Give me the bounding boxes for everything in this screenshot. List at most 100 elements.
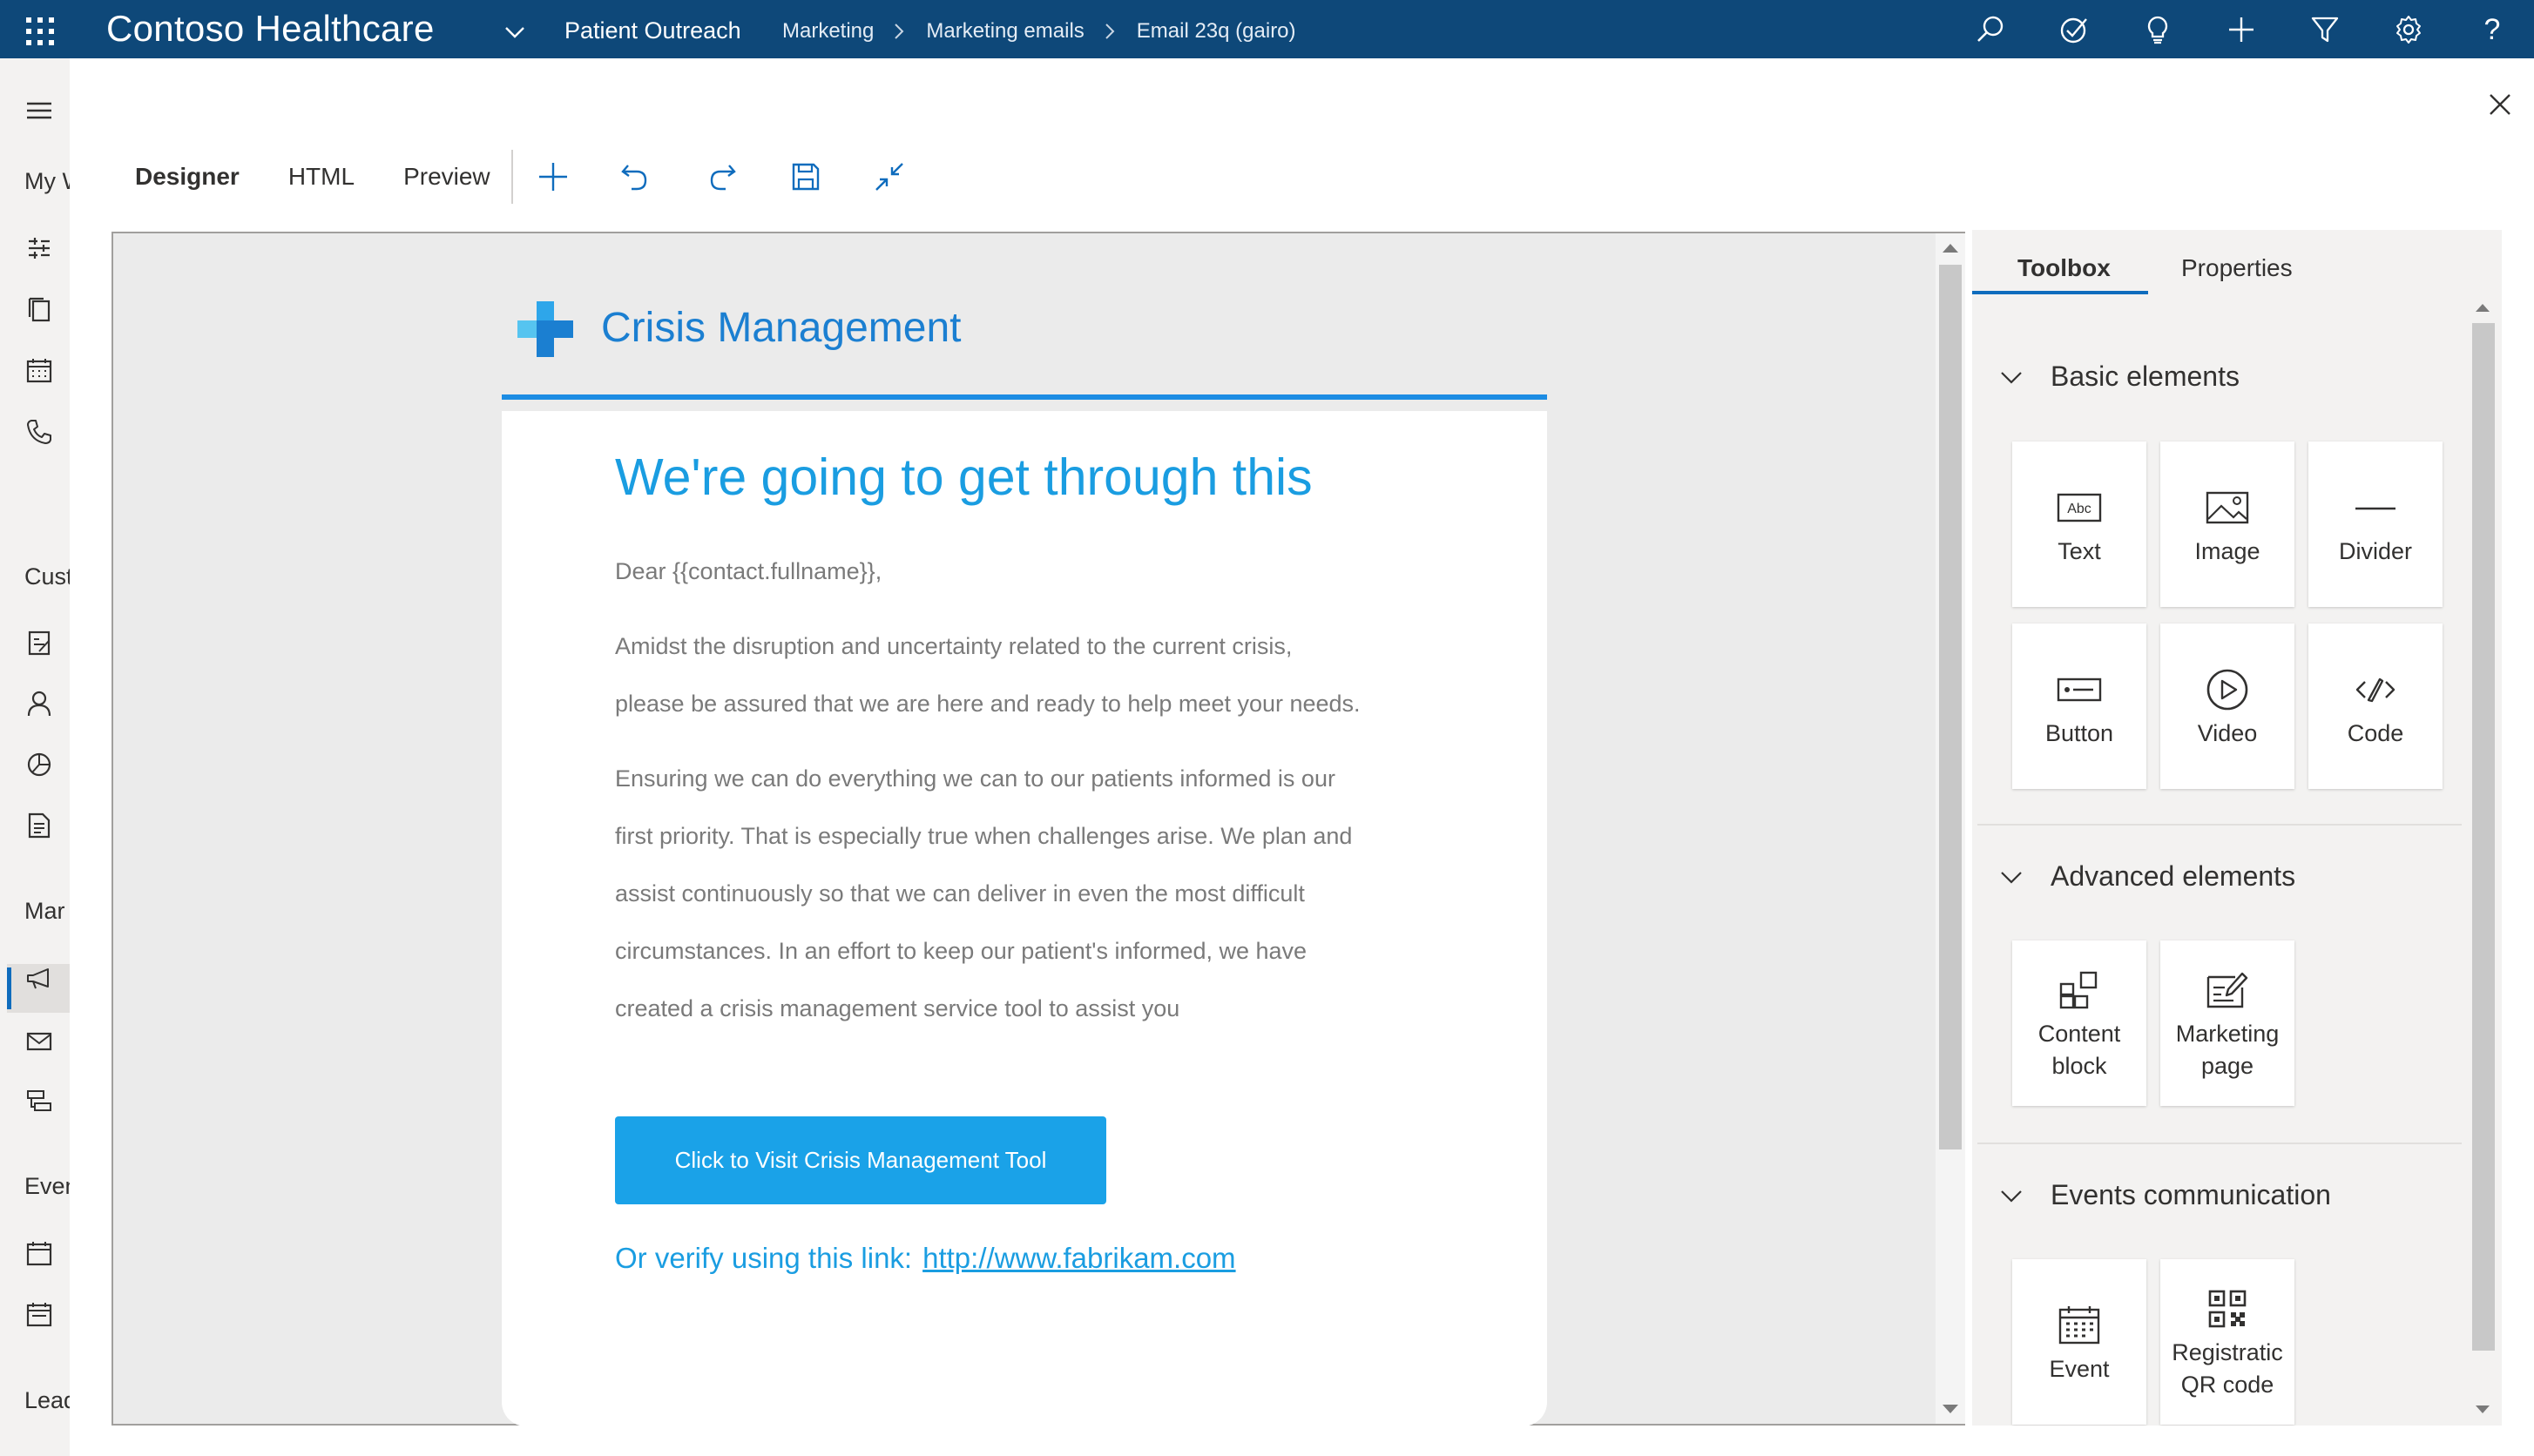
toolbox-tile-content-block[interactable]: Content block bbox=[2012, 940, 2146, 1106]
paragraph-line[interactable]: assist continuously so that we can deliv… bbox=[615, 879, 1305, 908]
verify-text: Or verify using this link: bbox=[615, 1242, 913, 1274]
settings-icon[interactable] bbox=[2367, 10, 2450, 49]
person-icon[interactable] bbox=[21, 685, 57, 722]
lead-icon[interactable] bbox=[21, 1448, 57, 1456]
paragraph-line[interactable]: first priority. That is especially true … bbox=[615, 821, 1352, 851]
nav-heading-marketing: Mar bbox=[24, 898, 65, 924]
calendar-icon[interactable] bbox=[21, 353, 57, 389]
close-icon[interactable] bbox=[2483, 87, 2517, 122]
pages-icon[interactable] bbox=[21, 292, 57, 328]
search-icon[interactable] bbox=[1949, 10, 2032, 49]
scrollbar-thumb[interactable] bbox=[2472, 323, 2495, 1351]
scroll-up-arrow[interactable] bbox=[1943, 244, 1958, 253]
image-icon bbox=[2201, 482, 2254, 534]
redo-icon[interactable] bbox=[702, 157, 742, 197]
chevron-right-icon bbox=[1105, 24, 1115, 39]
segment-icon[interactable] bbox=[21, 746, 57, 783]
canvas-scrollbar[interactable] bbox=[1936, 233, 1965, 1424]
collapse-icon[interactable] bbox=[869, 157, 909, 197]
dashboard-icon[interactable] bbox=[21, 230, 57, 266]
button-icon bbox=[2053, 664, 2105, 716]
paragraph-line[interactable]: Amidst the disruption and uncertainty re… bbox=[615, 631, 1292, 661]
toolbox-tile-code[interactable]: Code bbox=[2308, 624, 2443, 789]
breadcrumb-marketing-emails[interactable]: Marketing emails bbox=[926, 18, 1084, 44]
account-icon[interactable] bbox=[21, 624, 57, 661]
chevron-down-icon[interactable] bbox=[502, 19, 528, 45]
brand-name: Crisis Management bbox=[601, 305, 962, 351]
tab-designer[interactable]: Designer bbox=[135, 162, 240, 192]
breadcrumb-marketing[interactable]: Marketing bbox=[782, 18, 874, 44]
report-icon[interactable] bbox=[21, 807, 57, 844]
toolbox-tile-event[interactable]: Event bbox=[2012, 1259, 2146, 1425]
area-name[interactable]: Patient Outreach bbox=[564, 16, 741, 45]
nav-heading-customers: Cust bbox=[24, 563, 70, 590]
scroll-down-arrow[interactable] bbox=[2476, 1405, 2490, 1413]
toolbox-tile-button[interactable]: Button bbox=[2012, 624, 2146, 789]
help-icon[interactable]: ? bbox=[2450, 10, 2534, 49]
section-events-communication[interactable]: Events communication bbox=[1998, 1179, 2331, 1211]
event-calendar-icon bbox=[2053, 1299, 2105, 1352]
qr-code-icon bbox=[2201, 1283, 2254, 1335]
hamburger-icon[interactable] bbox=[21, 92, 57, 129]
event-icon[interactable] bbox=[21, 1236, 57, 1272]
tile-label: Code bbox=[2347, 719, 2404, 746]
paragraph-line[interactable]: circumstances. In an effort to keep our … bbox=[615, 936, 1307, 966]
tile-label: Image bbox=[2194, 537, 2260, 564]
tab-properties[interactable]: Properties bbox=[2181, 242, 2293, 294]
toolbox-tile-video[interactable]: Video bbox=[2160, 624, 2294, 789]
left-nav: My W Cust Mar Even Lead bbox=[0, 58, 70, 1456]
verify-line: Or verify using this link: http://www.fab… bbox=[615, 1241, 1236, 1276]
toolbox-tile-marketing-page[interactable]: Marketing page bbox=[2160, 940, 2294, 1106]
chevron-down-icon bbox=[2001, 371, 2022, 384]
scrollbar-thumb[interactable] bbox=[1939, 265, 1962, 1149]
email-headline[interactable]: We're going to get through this bbox=[615, 446, 1313, 509]
add-icon[interactable] bbox=[2200, 10, 2283, 49]
app-name: Contoso Healthcare bbox=[106, 8, 435, 49]
toolbox-panel: Toolbox Properties Basic elements Abc Te… bbox=[1972, 230, 2502, 1426]
cta-label: Click to Visit Crisis Management Tool bbox=[674, 1147, 1047, 1173]
megaphone-icon[interactable] bbox=[21, 961, 57, 997]
scroll-down-arrow[interactable] bbox=[1943, 1405, 1958, 1413]
tile-label: Divider bbox=[2338, 537, 2413, 564]
paragraph-line[interactable]: Ensuring we can do everything we can to … bbox=[615, 764, 1335, 793]
email-greeting[interactable]: Dear {{contact.fullname}}, bbox=[615, 556, 882, 586]
section-basic-elements[interactable]: Basic elements bbox=[1998, 361, 2240, 393]
lightbulb-icon[interactable] bbox=[2116, 10, 2200, 49]
task-icon[interactable] bbox=[2032, 10, 2116, 49]
cta-button[interactable]: Click to Visit Crisis Management Tool bbox=[615, 1116, 1106, 1204]
panel-scrollbar[interactable] bbox=[2469, 300, 2498, 1424]
app-launcher-icon[interactable] bbox=[0, 0, 70, 58]
nav-heading-events: Even bbox=[24, 1173, 70, 1199]
journey-icon[interactable] bbox=[21, 1082, 57, 1119]
tab-html[interactable]: HTML bbox=[288, 162, 355, 192]
save-icon[interactable] bbox=[786, 157, 826, 197]
mail-icon[interactable] bbox=[21, 1023, 57, 1060]
tile-label: Video bbox=[2197, 719, 2258, 746]
tab-toolbox[interactable]: Toolbox bbox=[2017, 242, 2111, 294]
chevron-down-icon bbox=[2001, 871, 2022, 884]
undo-icon[interactable] bbox=[615, 157, 655, 197]
toolbox-tile-registration-qr[interactable]: Registratic QR code bbox=[2160, 1259, 2294, 1425]
tab-preview[interactable]: Preview bbox=[403, 162, 490, 192]
tile-label: Content block bbox=[2037, 1021, 2121, 1079]
phone-icon[interactable] bbox=[21, 414, 57, 450]
toolbox-tile-text[interactable]: Abc Text bbox=[2012, 442, 2146, 607]
tile-label: Text bbox=[2058, 537, 2101, 564]
section-advanced-elements[interactable]: Advanced elements bbox=[1998, 860, 2295, 893]
tile-label: Registratic QR code bbox=[2172, 1339, 2283, 1398]
editor-tabs: Designer HTML Preview bbox=[135, 162, 539, 192]
header-rule bbox=[502, 394, 1547, 400]
paragraph-line[interactable]: created a crisis management service tool… bbox=[615, 994, 1179, 1023]
toolbox-tile-divider[interactable]: Divider bbox=[2308, 442, 2443, 607]
code-icon bbox=[2349, 664, 2402, 716]
add-icon[interactable] bbox=[533, 157, 573, 197]
section-title: Basic elements bbox=[2051, 361, 2240, 392]
paragraph-line[interactable]: please be assured that we are here and r… bbox=[615, 689, 1361, 718]
verify-link[interactable]: http://www.fabrikam.com bbox=[922, 1242, 1235, 1274]
scroll-up-arrow[interactable] bbox=[2476, 304, 2490, 312]
help-glyph: ? bbox=[2483, 12, 2501, 46]
calendar-icon[interactable] bbox=[21, 1297, 57, 1333]
toolbox-tile-image[interactable]: Image bbox=[2160, 442, 2294, 607]
chevron-down-icon bbox=[2001, 1190, 2022, 1203]
filter-icon[interactable] bbox=[2283, 10, 2367, 49]
